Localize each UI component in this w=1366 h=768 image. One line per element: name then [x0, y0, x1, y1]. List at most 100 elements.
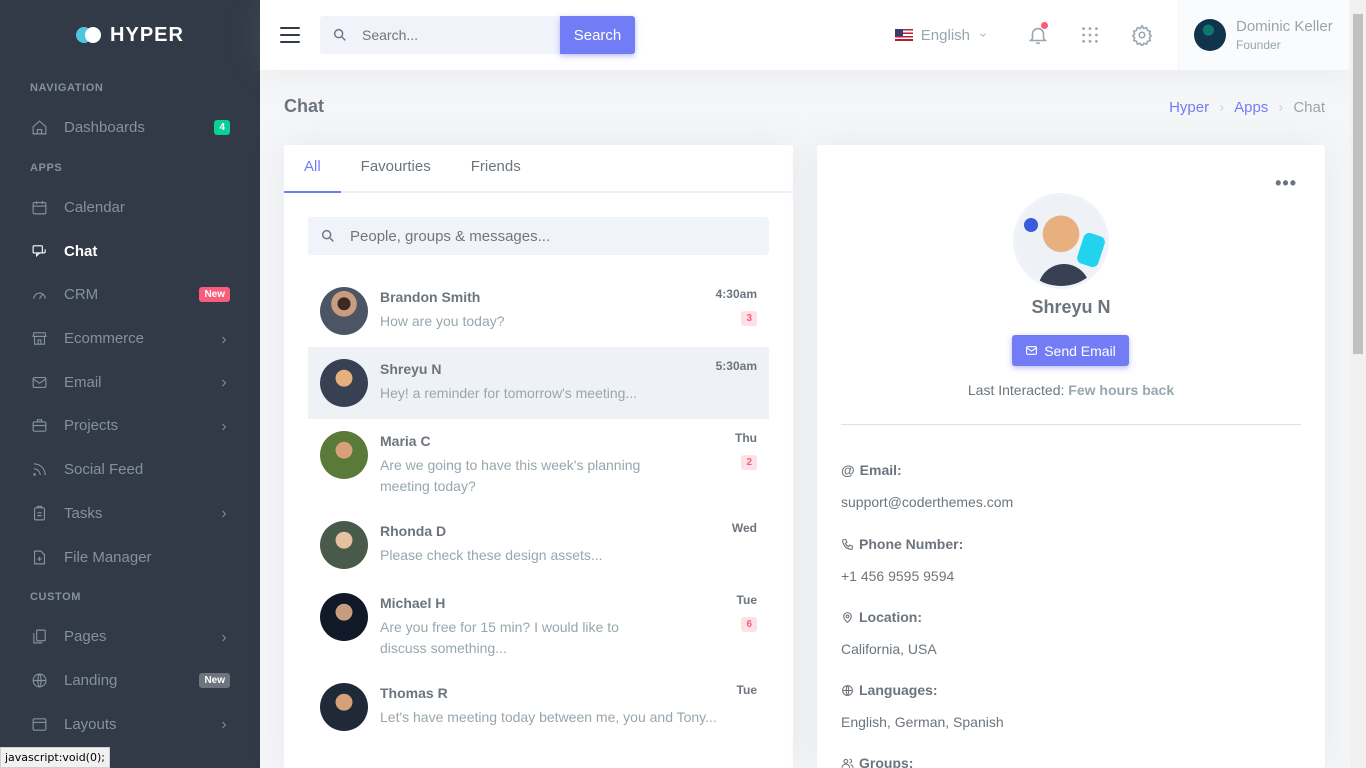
conversation-time: 4:30am [715, 287, 757, 301]
unread-count-badge: 6 [741, 617, 757, 632]
apps-grid-button[interactable] [1064, 0, 1116, 70]
dashboards-count-badge: 4 [214, 120, 230, 136]
home-icon [30, 119, 48, 137]
conversation-name: Michael H [380, 595, 446, 611]
sidebar-item-layouts[interactable]: Layouts [0, 702, 260, 746]
top-search: Search [320, 16, 635, 54]
chevron-right-icon [218, 333, 230, 345]
sidebar-item-label: Pages [64, 628, 107, 646]
us-flag-icon [894, 29, 913, 41]
calendar-icon [30, 199, 48, 217]
sidebar-item-calendar[interactable]: Calendar [0, 186, 260, 230]
contact-profile-card: ••• Shreyu N Send Email Last Interacted:… [817, 145, 1325, 768]
window-icon [30, 715, 48, 733]
conversation-preview: How are you today? [380, 313, 505, 329]
sidebar-item-label: Landing [64, 671, 118, 689]
sidebar-item-label: Email [64, 373, 102, 391]
breadcrumb: Hyper › Apps › Chat [1169, 99, 1325, 116]
at-icon: @ [841, 462, 855, 478]
sidebar-item-label: CRM [64, 286, 99, 304]
phone-icon [842, 538, 853, 550]
chevron-down-icon [980, 33, 986, 37]
user-role: Founder [1236, 38, 1281, 52]
sidebar-item-crm[interactable]: CRM New [0, 273, 260, 317]
conversation-item-selected[interactable]: Shreyu N Hey! a reminder for tomorrow's … [308, 347, 769, 419]
page-title: Chat [284, 96, 324, 116]
notifications-button[interactable] [1012, 0, 1064, 70]
sidebar-item-projects[interactable]: Projects [0, 404, 260, 448]
breadcrumb-separator: › [1278, 99, 1284, 116]
map-pin-icon [843, 611, 852, 623]
logo-mark-icon [76, 27, 104, 43]
conversation-name: Rhonda D [380, 523, 447, 539]
settings-button[interactable] [1116, 0, 1168, 70]
sidebar-item-dashboards[interactable]: Dashboards 4 [0, 106, 260, 150]
search-icon [321, 229, 334, 242]
sidebar-item-label: Chat [64, 242, 98, 260]
breadcrumb-link-hyper[interactable]: Hyper [1169, 99, 1209, 116]
mail-icon [30, 373, 48, 391]
language-dropdown[interactable]: English [894, 26, 988, 44]
languages-info: Languages: English, German, Spanish [841, 682, 1004, 730]
avatar [320, 431, 368, 479]
page-scrollbar[interactable] [1350, 0, 1366, 768]
sidebar-item-file-manager[interactable]: File Manager [0, 535, 260, 579]
avatar [320, 359, 368, 407]
sidebar-item-email[interactable]: Email [0, 360, 260, 404]
chat-search-field [308, 217, 769, 255]
chevron-right-icon [218, 376, 230, 388]
conversation-name: Brandon Smith [380, 289, 481, 305]
sidebar-item-pages[interactable]: Pages [0, 615, 260, 659]
phone-info: Phone Number: +1 456 9595 9594 [841, 536, 963, 584]
chevron-right-icon [218, 420, 230, 432]
chat-tabs: All Favourties Friends [284, 145, 793, 193]
chat-icon [30, 242, 48, 260]
location-info: Location: California, USA [841, 609, 937, 657]
languages-value: English, German, Spanish [841, 714, 1004, 730]
folder-icon [30, 548, 48, 566]
hamburger-menu-icon[interactable] [280, 27, 300, 43]
conversation-preview: Hey! a reminder for tomorrow's meeting..… [380, 385, 638, 401]
left-sidebar: HYPER Navigation Dashboards 4 Apps Calen… [0, 0, 260, 768]
location-value: California, USA [841, 641, 937, 657]
chat-list-card: All Favourties Friends Brandon Smith How… [284, 145, 793, 768]
conversation-list: Brandon Smith How are you today? 4:30am … [308, 275, 769, 743]
breadcrumb-link-apps[interactable]: Apps [1234, 99, 1268, 116]
copy-icon [30, 628, 48, 646]
conversation-item[interactable]: Thomas R Let's have meeting today betwee… [308, 671, 769, 743]
sidebar-item-label: Dashboards [64, 119, 145, 137]
groups-label: Groups: [859, 755, 914, 768]
tab-favourites[interactable]: Favourties [341, 145, 451, 193]
conversation-item[interactable]: Maria C Are we going to have this week's… [308, 419, 769, 509]
sidebar-item-label: Tasks [64, 504, 103, 522]
search-button[interactable]: Search [560, 16, 635, 54]
sidebar-item-landing[interactable]: Landing New [0, 659, 260, 703]
conversation-item[interactable]: Michael H Are you free for 15 min? I wou… [308, 581, 769, 671]
search-input[interactable] [362, 27, 542, 43]
scrollbar-thumb[interactable] [1353, 14, 1363, 354]
crm-new-badge: New [199, 287, 230, 303]
users-icon [841, 758, 854, 768]
gauge-icon [30, 286, 48, 304]
chat-search-input[interactable] [350, 227, 730, 245]
tab-friends[interactable]: Friends [451, 145, 541, 193]
conversation-item[interactable]: Brandon Smith How are you today? 4:30am … [308, 275, 769, 347]
sidebar-item-tasks[interactable]: Tasks [0, 492, 260, 536]
avatar [1013, 193, 1109, 289]
sidebar-item-ecommerce[interactable]: Ecommerce [0, 317, 260, 361]
sidebar-item-label: Calendar [64, 199, 125, 217]
language-label: English [920, 26, 970, 44]
logo[interactable]: HYPER [0, 0, 260, 70]
email-label: Email: [859, 462, 902, 478]
languages-label: Languages: [859, 682, 938, 698]
mail-icon [1026, 346, 1038, 355]
sidebar-item-chat[interactable]: Chat [0, 229, 260, 273]
conversation-preview: Are we going to have this week's plannin… [380, 457, 641, 494]
last-interacted-label: Last Interacted: [967, 382, 1065, 398]
conversation-item[interactable]: Rhonda D Please check these design asset… [308, 509, 769, 581]
send-email-button[interactable]: Send Email [1012, 335, 1129, 366]
user-profile-dropdown[interactable]: Dominic Keller Founder [1178, 0, 1350, 70]
tab-all[interactable]: All [284, 145, 341, 193]
more-options-icon[interactable]: ••• [1275, 173, 1297, 194]
sidebar-item-social-feed[interactable]: Social Feed [0, 448, 260, 492]
